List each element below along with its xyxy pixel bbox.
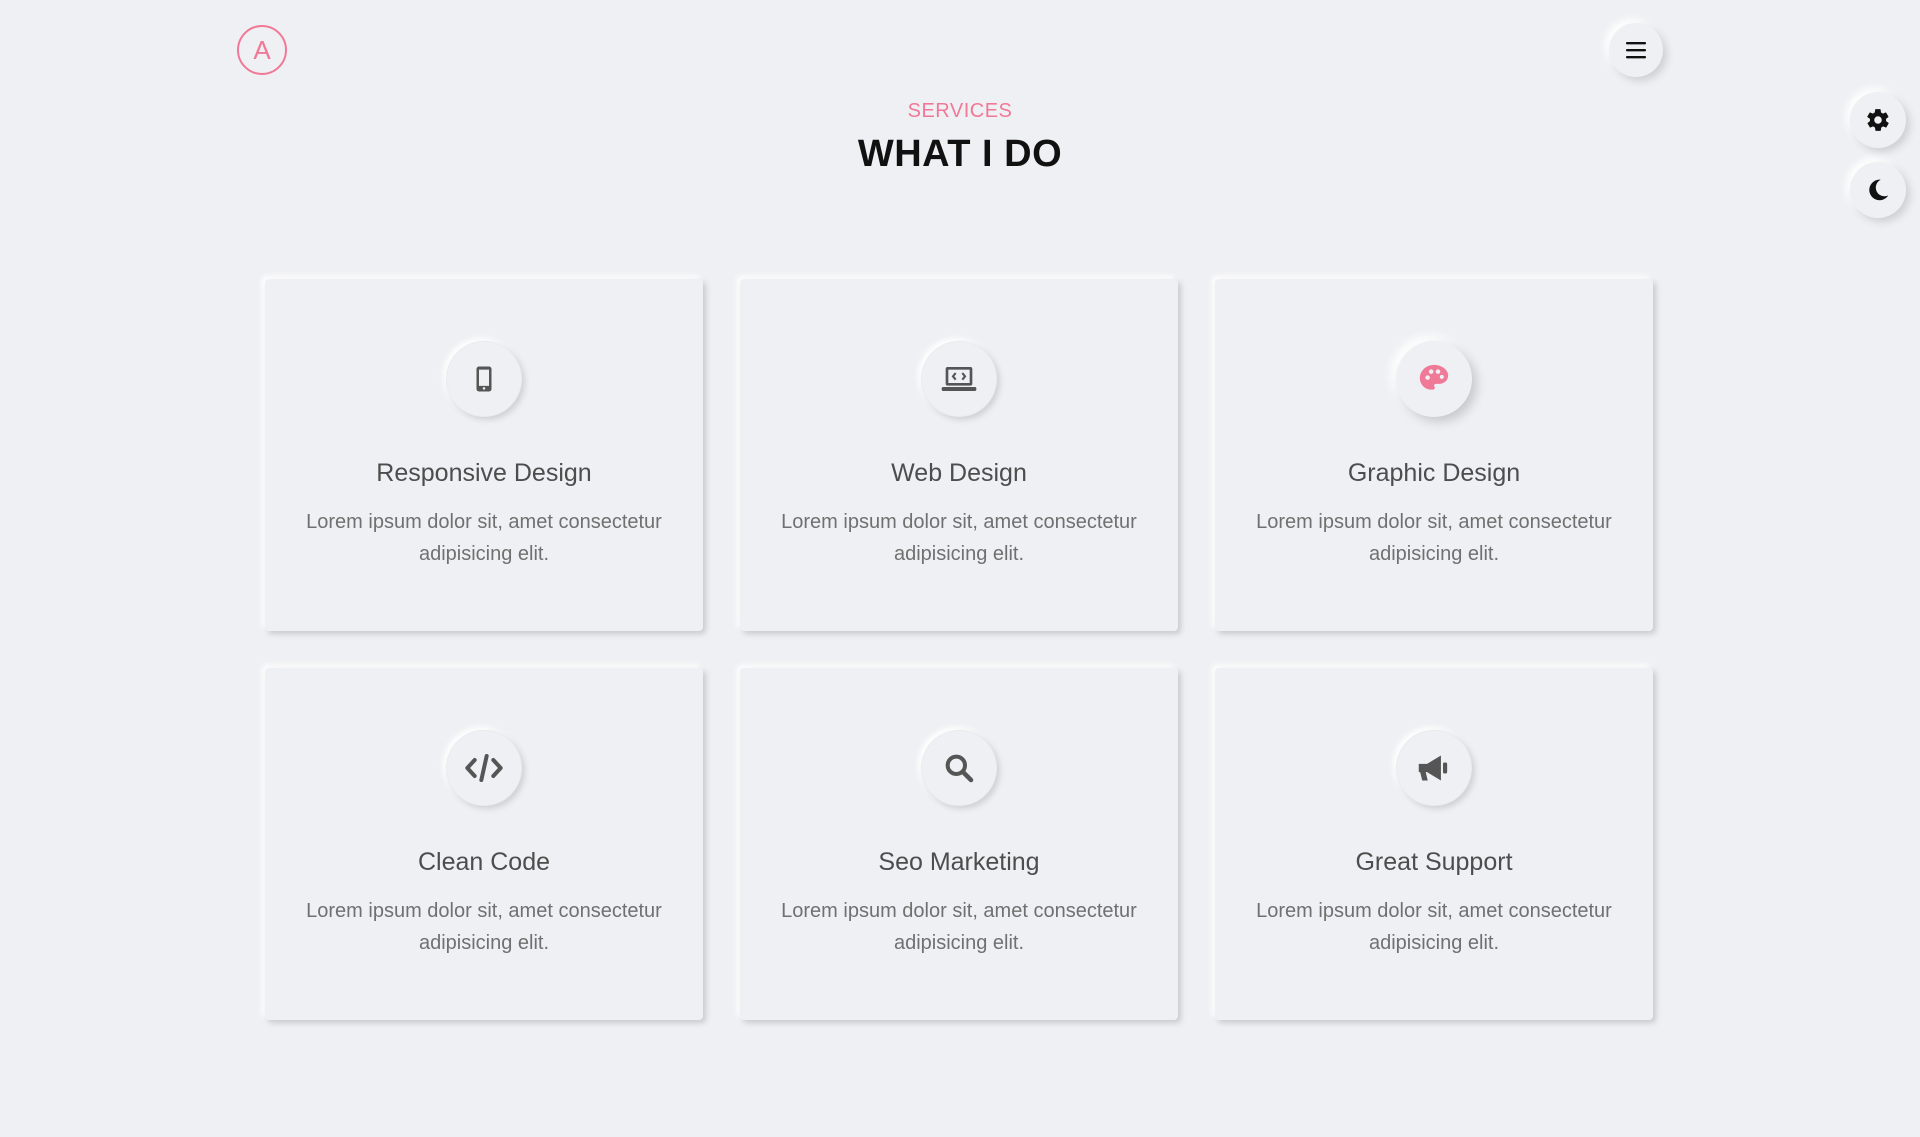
logo-letter: A [253, 34, 271, 65]
service-title: Web Design [891, 459, 1027, 487]
services-grid: Responsive Design Lorem ipsum dolor sit,… [265, 279, 1653, 1020]
service-title: Graphic Design [1347, 459, 1521, 487]
section-title: WHAT I DO [857, 133, 1063, 175]
search-icon [945, 754, 974, 783]
mobile-phone-icon [476, 366, 492, 392]
service-description: Lorem ipsum dolor sit, amet consectetur … [1256, 511, 1612, 565]
service-title: Great Support [1355, 848, 1513, 876]
service-icon-container [921, 341, 997, 417]
section-header: SERVICES WHAT I DO [0, 100, 1920, 176]
service-description: Lorem ipsum dolor sit, amet consectetur … [306, 511, 662, 565]
logo[interactable]: A [237, 25, 287, 75]
service-description: Lorem ipsum dolor sit, amet consectetur … [781, 511, 1137, 565]
service-icon-container [446, 341, 522, 417]
service-title: Seo Marketing [878, 848, 1040, 876]
service-description: Lorem ipsum dolor sit, amet consectetur … [781, 900, 1137, 954]
service-card-clean-code: Clean Code Lorem ipsum dolor sit, amet c… [265, 668, 703, 1020]
service-card-graphic-design: Graphic Design Lorem ipsum dolor sit, am… [1215, 279, 1653, 631]
palette-icon [1419, 364, 1449, 390]
hamburger-menu-icon [1626, 42, 1646, 59]
service-icon-container [921, 730, 997, 806]
service-card-responsive-design: Responsive Design Lorem ipsum dolor sit,… [265, 279, 703, 631]
service-icon-container [1396, 341, 1472, 417]
service-description: Lorem ipsum dolor sit, amet consectetur … [306, 900, 662, 954]
service-title: Clean Code [417, 848, 551, 876]
section-subtitle: SERVICES [907, 100, 1013, 122]
service-card-web-design: Web Design Lorem ipsum dolor sit, amet c… [740, 279, 1178, 631]
service-card-great-support: Great Support Lorem ipsum dolor sit, ame… [1215, 668, 1653, 1020]
service-icon-container [1396, 730, 1472, 806]
moon-icon [1869, 179, 1889, 201]
megaphone-icon [1418, 755, 1448, 781]
code-icon [465, 754, 503, 782]
menu-button[interactable] [1609, 23, 1663, 77]
service-title: Responsive Design [376, 459, 592, 487]
service-icon-container [446, 730, 522, 806]
services-page: A SERVICES WHAT I DO Responsive Design L… [0, 0, 1920, 1137]
laptop-code-icon [941, 367, 977, 391]
service-card-seo-marketing: Seo Marketing Lorem ipsum dolor sit, ame… [740, 668, 1178, 1020]
service-description: Lorem ipsum dolor sit, amet consectetur … [1256, 900, 1612, 954]
